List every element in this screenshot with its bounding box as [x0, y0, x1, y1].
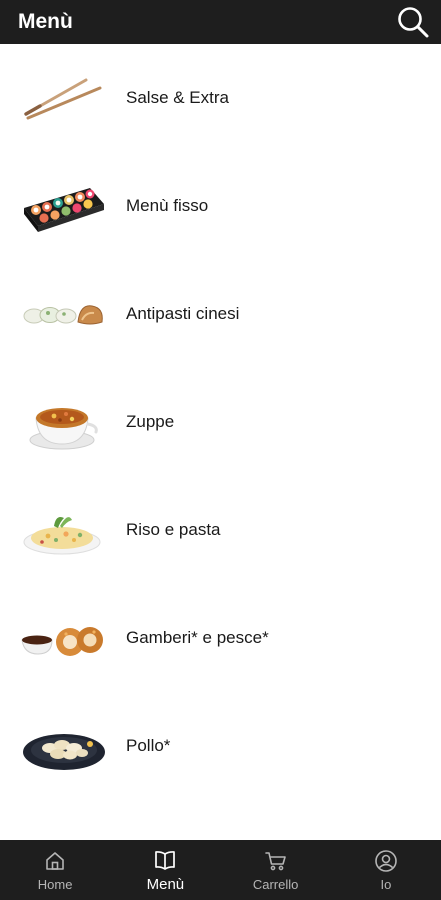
rice-plate-icon — [20, 498, 106, 562]
tab-home[interactable]: Home — [0, 840, 110, 900]
tab-label: Carrello — [252, 876, 299, 892]
chopsticks-icon — [20, 66, 106, 130]
dumplings-icon — [20, 282, 106, 346]
fried-shrimp-icon — [20, 606, 106, 670]
soup-bowl-icon — [20, 390, 106, 454]
menu-item-label: Gamberi* e pesce* — [126, 628, 269, 647]
menu-item-pollo[interactable]: Pollo* — [0, 692, 441, 800]
cart-icon — [264, 851, 286, 870]
menu-item-label: Riso e pasta — [126, 520, 221, 539]
home-icon — [46, 851, 64, 870]
book-icon — [155, 850, 176, 870]
menu-item-label: Zuppe — [126, 412, 175, 431]
tab-label: Menù — [146, 875, 185, 893]
sushi-tray-icon — [20, 174, 106, 238]
menu-item-gamberi-e-pesce[interactable]: Gamberi* e pesce* — [0, 584, 441, 692]
menu-category-list: Salse & Extra Menù fisso Antipasti cines… — [0, 44, 441, 840]
search-button[interactable] — [393, 2, 433, 42]
menu-item-zuppe[interactable]: Zuppe — [0, 368, 441, 476]
menu-item-menu-fisso[interactable]: Menù fisso — [0, 152, 441, 260]
app-screen: Menù Salse & Extra Menù fisso Antipasti … — [0, 0, 441, 900]
menu-item-label: Salse & Extra — [126, 88, 229, 107]
tab-label: Io — [380, 876, 392, 892]
menu-item-antipasti-cinesi[interactable]: Antipasti cinesi — [0, 260, 441, 368]
bottom-navigation: Home Menù Carrello Io — [0, 840, 441, 900]
search-icon — [398, 7, 429, 38]
menu-item-label: Menù fisso — [126, 196, 209, 215]
tab-cart[interactable]: Carrello — [221, 840, 331, 900]
tab-label: Home — [37, 876, 73, 892]
tab-menu[interactable]: Menù — [110, 840, 220, 900]
menu-item-riso-e-pasta[interactable]: Riso e pasta — [0, 476, 441, 584]
menu-item-label: Pollo* — [126, 736, 171, 755]
chicken-plate-icon — [20, 714, 106, 778]
tab-profile[interactable]: Io — [331, 840, 441, 900]
user-icon — [375, 849, 397, 872]
menu-item-label: Antipasti cinesi — [126, 304, 240, 323]
page-title: Menù — [18, 10, 73, 33]
menu-item-salse-extra[interactable]: Salse & Extra — [0, 44, 441, 152]
top-app-bar: Menù — [0, 0, 441, 44]
